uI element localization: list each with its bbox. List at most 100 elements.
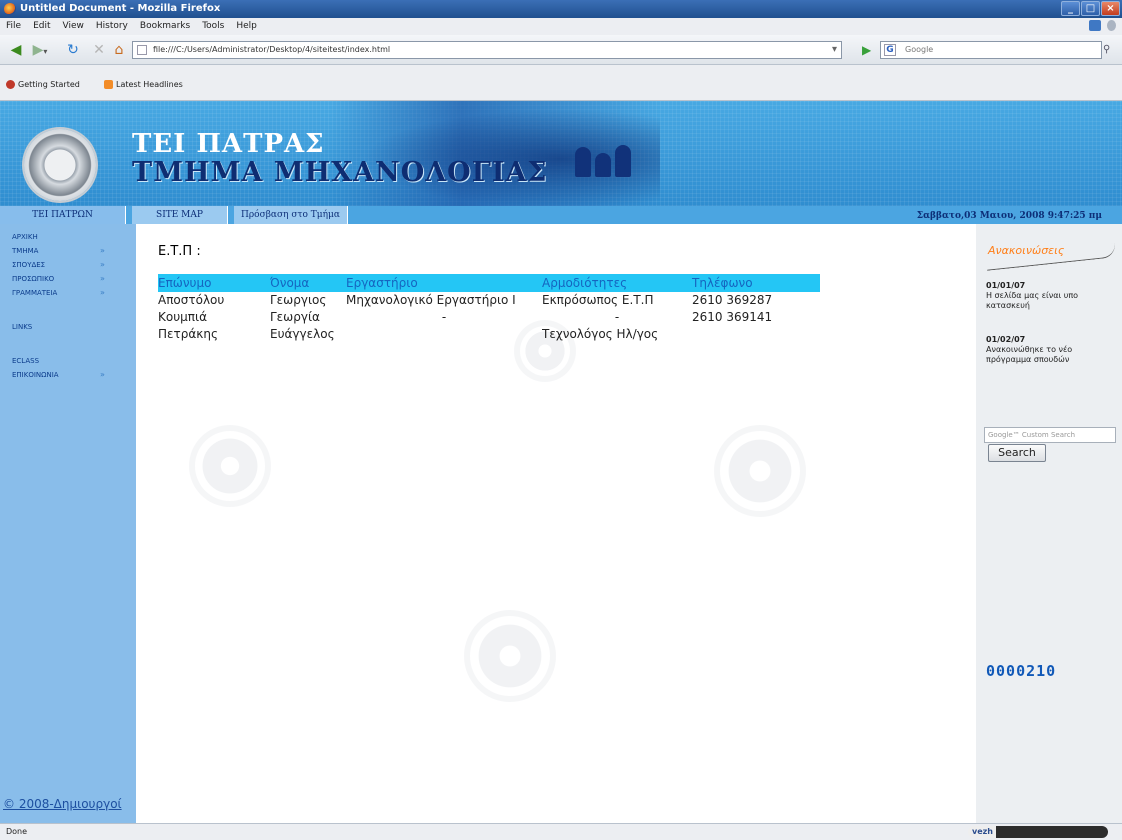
tab-site-map[interactable]: SITE MAP bbox=[132, 206, 228, 224]
cell-surname: Αποστόλου bbox=[158, 293, 225, 307]
visitor-counter: 0000210 bbox=[986, 662, 1057, 680]
cell-phone: 2610 369287 bbox=[692, 293, 773, 307]
site-banner: ΤΕΙ ΠΑΤΡΑΣ ΤΜΗΜΑ ΜΗΧΑΝΟΛΟΓΙΑΣ bbox=[0, 101, 1122, 206]
news-text: Ανακοινώθηκε το νέο πρόγραμμα σπουδών bbox=[986, 345, 1073, 364]
table-header: Επώνυμο Όνομα Εργαστήριο Αρμοδιότητες Τη… bbox=[158, 274, 820, 292]
news-item[interactable]: 01/01/07 Η σελίδα μας είναι υπο κατασκευ… bbox=[986, 281, 1106, 311]
menu-history[interactable]: History bbox=[96, 21, 128, 31]
bookmarks-toolbar: Getting Started Latest Headlines bbox=[0, 65, 1122, 101]
browser-search-placeholder: Google bbox=[905, 45, 934, 54]
dropdown-arrow-icon[interactable]: ▾ bbox=[832, 42, 837, 58]
status-bar: Done vezh bbox=[0, 823, 1122, 840]
chevron-right-icon: » bbox=[100, 246, 105, 255]
menu-file[interactable]: File bbox=[6, 21, 21, 31]
sidebar-item-studies[interactable]: ΣΠΟΥΔΕΣ» bbox=[0, 258, 136, 272]
table-row: Πετράκης Ευάγγελος Τεχνολόγος Ηλ/γος bbox=[158, 326, 820, 343]
google-engine-icon[interactable]: G bbox=[884, 44, 896, 56]
chevron-right-icon: » bbox=[100, 274, 105, 283]
go-arrow-icon[interactable]: ▶ bbox=[862, 43, 871, 57]
tab-access[interactable]: Πρόσβαση στο Τμήμα bbox=[234, 206, 348, 224]
window-controls: _ □ × bbox=[1061, 1, 1120, 16]
copyright-link[interactable]: © 2008-Δημιουργοί bbox=[3, 797, 122, 811]
menu-view[interactable]: View bbox=[63, 21, 84, 31]
cell-duties: - bbox=[614, 310, 620, 324]
cell-duties: Τεχνολόγος Ηλ/γος bbox=[542, 327, 659, 341]
chevron-right-icon: » bbox=[100, 260, 105, 269]
window-titlebar: Untitled Document - Mozilla Firefox _ □ … bbox=[0, 0, 1122, 18]
sidebar-item-staff[interactable]: ΠΡΟΣΩΠΙΚΟ» bbox=[0, 272, 136, 286]
bookmark-label: Getting Started bbox=[18, 80, 80, 89]
bookmark-getting-started[interactable]: Getting Started bbox=[6, 80, 80, 89]
banner-subtitle: ΤΜΗΜΑ ΜΗΧΑΝΟΛΟΓΙΑΣ bbox=[132, 157, 548, 188]
cell-phone: 2610 369141 bbox=[692, 310, 773, 324]
page-viewport: ΤΕΙ ΠΑΤΡΑΣ ΤΜΗΜΑ ΜΗΧΑΝΟΛΟΓΙΑΣ ΤΕΙ ΠΑΤΡΩΝ… bbox=[0, 101, 1122, 823]
sidebar-item-links[interactable]: LINKS bbox=[0, 320, 136, 334]
menu-bar: File Edit View History Bookmarks Tools H… bbox=[0, 18, 1122, 35]
cell-surname: Πετράκης bbox=[158, 327, 218, 341]
magnifier-icon[interactable]: ⚲ bbox=[1103, 42, 1119, 58]
header-lab: Εργαστήριο bbox=[346, 276, 418, 290]
reload-icon[interactable]: ↻ bbox=[64, 39, 82, 61]
menu-help[interactable]: Help bbox=[236, 21, 257, 31]
menu-edit[interactable]: Edit bbox=[33, 21, 50, 31]
staff-table: Επώνυμο Όνομα Εργαστήριο Αρμοδιότητες Τη… bbox=[158, 274, 820, 343]
gear-watermark-icon bbox=[720, 431, 800, 511]
news-text: Η σελίδα μας είναι υπο κατασκευή bbox=[986, 291, 1079, 310]
back-arrow-icon[interactable]: ◀ bbox=[6, 39, 26, 61]
left-sidebar: ΑΡΧΙΚΗ ΤΜΗΜΑ» ΣΠΟΥΔΕΣ» ΠΡΟΣΩΠΙΚΟ» ΓΡΑΜΜΑ… bbox=[0, 224, 136, 823]
page-icon bbox=[137, 45, 147, 55]
page-title: Ε.Τ.Π : bbox=[158, 244, 201, 259]
cell-duties: Εκπρόσωπος Ε.Τ.Π bbox=[542, 293, 654, 307]
news-item[interactable]: 01/02/07 Ανακοινώθηκε το νέο πρόγραμμα σ… bbox=[986, 335, 1106, 365]
header-duties: Αρμοδιότητες bbox=[542, 276, 628, 290]
gear-watermark-icon bbox=[195, 431, 265, 501]
home-icon[interactable]: ⌂ bbox=[110, 39, 128, 61]
status-widget[interactable]: vezh bbox=[968, 826, 1108, 838]
bookmark-latest-headlines[interactable]: Latest Headlines bbox=[104, 80, 183, 89]
tab-tei-patron[interactable]: ΤΕΙ ΠΑΤΡΩΝ bbox=[0, 206, 126, 224]
addon-icon[interactable] bbox=[1089, 20, 1101, 31]
chevron-right-icon: » bbox=[100, 288, 105, 297]
news-date: 01/01/07 bbox=[986, 281, 1026, 290]
forward-arrow-icon[interactable]: ▶▾ bbox=[30, 39, 50, 61]
browser-search-bar[interactable]: G Google ⚲ bbox=[880, 41, 1110, 59]
sidebar-item-eclass[interactable]: ECLASS bbox=[0, 354, 136, 368]
cell-lab bbox=[346, 326, 542, 343]
cell-lab: Μηχανολογικό Εργαστήριο Ι bbox=[346, 293, 516, 307]
menu-bookmarks[interactable]: Bookmarks bbox=[140, 21, 190, 31]
address-bar[interactable]: file:///C:/Users/Administrator/Desktop/4… bbox=[132, 41, 842, 59]
minimize-button[interactable]: _ bbox=[1061, 1, 1080, 16]
news-date: 01/02/07 bbox=[986, 335, 1026, 344]
sidebar-item-contact[interactable]: ΕΠΙΚΟΙΝΩΝΙΑ» bbox=[0, 368, 136, 382]
cell-name: Γεωργία bbox=[270, 310, 320, 324]
institution-seal-logo bbox=[24, 129, 96, 201]
menu-tools[interactable]: Tools bbox=[202, 21, 224, 31]
address-url: file:///C:/Users/Administrator/Desktop/4… bbox=[153, 45, 391, 54]
cell-phone bbox=[692, 326, 820, 343]
right-sidebar: Ανακοινώσεις 01/01/07 Η σελίδα μας είναι… bbox=[976, 224, 1122, 823]
stop-icon[interactable]: ✕ bbox=[90, 39, 108, 61]
sidebar-item-department[interactable]: ΤΜΗΜΑ» bbox=[0, 244, 136, 258]
status-text: Done bbox=[6, 827, 28, 836]
table-row: Κουμπιά Γεωργία - - 2610 369141 bbox=[158, 309, 820, 326]
current-datetime: Σαββατο,03 Μαιου, 2008 9:47:25 πμ bbox=[916, 211, 1102, 221]
header-surname: Επώνυμο bbox=[158, 276, 212, 290]
cell-surname: Κουμπιά bbox=[158, 310, 207, 324]
rss-icon bbox=[104, 80, 113, 89]
top-navigation: ΤΕΙ ΠΑΤΡΩΝ SITE MAP Πρόσβαση στο Τμήμα Σ… bbox=[0, 206, 1122, 224]
sidebar-item-secretariat[interactable]: ΓΡΑΜΜΑΤΕΙΑ» bbox=[0, 286, 136, 300]
throbber-icon bbox=[1107, 20, 1116, 31]
firefox-bookmark-icon bbox=[6, 80, 15, 89]
chevron-right-icon: » bbox=[100, 370, 105, 379]
table-row: Αποστόλου Γεωργιος Μηχανολογικό Εργαστήρ… bbox=[158, 292, 820, 309]
close-button[interactable]: × bbox=[1101, 1, 1120, 16]
header-phone: Τηλέφωνο bbox=[692, 276, 753, 290]
search-button[interactable]: Search bbox=[988, 444, 1046, 462]
banner-title: ΤΕΙ ΠΑΤΡΑΣ bbox=[132, 129, 325, 159]
custom-search-input[interactable]: Google™ Custom Search bbox=[984, 427, 1116, 443]
firefox-icon bbox=[4, 3, 16, 15]
sidebar-item-home[interactable]: ΑΡΧΙΚΗ bbox=[0, 230, 136, 244]
header-name: Όνομα bbox=[270, 276, 310, 290]
maximize-button[interactable]: □ bbox=[1081, 1, 1100, 16]
cell-lab: - bbox=[441, 310, 447, 324]
